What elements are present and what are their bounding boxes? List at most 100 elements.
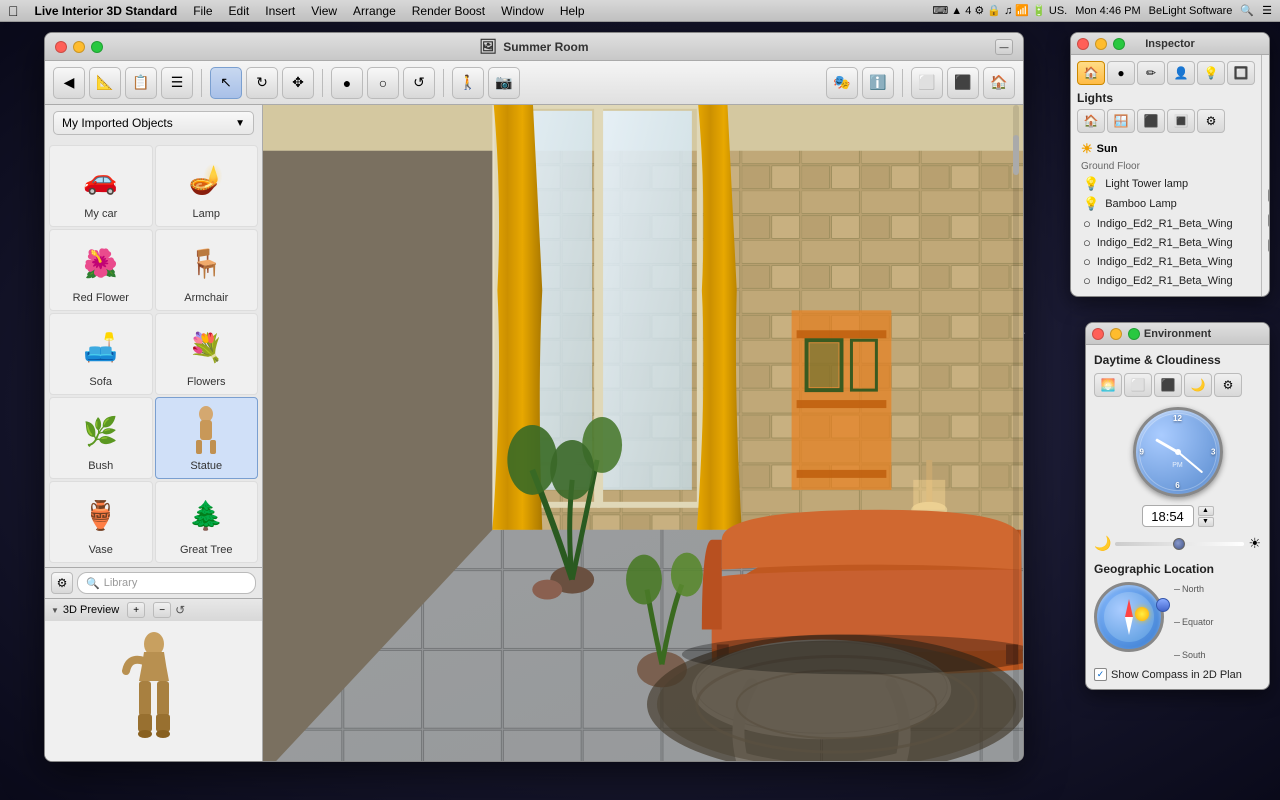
light-item-5[interactable]: ○ Indigo_Ed2_R1_Beta_Wing (1077, 252, 1255, 271)
floor-plan-button[interactable]: 📐 (89, 67, 121, 99)
onoff-column: On|Off Color (1261, 55, 1270, 296)
slider-thumb[interactable] (1173, 538, 1185, 550)
inspector-more-tab[interactable]: 🔲 (1227, 61, 1255, 85)
object-item-great-tree[interactable]: 🌲 Great Tree (155, 481, 259, 563)
inspector-lights-tab[interactable]: 🏠 (1077, 61, 1105, 85)
object-item-red-flower[interactable]: 🌺 Red Flower (49, 229, 153, 311)
light-item-4[interactable]: ○ Indigo_Ed2_R1_Beta_Wing (1077, 233, 1255, 252)
menu-arrange[interactable]: Arrange (353, 4, 396, 18)
light-item-1[interactable]: 💡 Light Tower lamp (1077, 174, 1255, 194)
menu-list-icon[interactable]: ☰ (1262, 4, 1272, 17)
light-btn-5[interactable]: ⚙ (1197, 109, 1225, 133)
light-item-2[interactable]: 💡 Bamboo Lamp (1077, 194, 1255, 214)
light-item-3[interactable]: ○ Indigo_Ed2_R1_Beta_Wing (1077, 214, 1255, 233)
app-name-menu[interactable]: Live Interior 3D Standard (35, 4, 178, 18)
maximize-button[interactable] (91, 41, 103, 53)
env-maximize-button[interactable] (1128, 328, 1140, 340)
view-3d-button[interactable]: ⬛ (947, 67, 979, 99)
light-btn-3[interactable]: ⬛ (1137, 109, 1165, 133)
object-item-vase[interactable]: 🏺 Vase (49, 481, 153, 563)
light-name-4: Indigo_Ed2_R1_Beta_Wing (1097, 237, 1233, 249)
object-item-lamp[interactable]: 🪔 Lamp (155, 145, 259, 227)
inspector-close-button[interactable] (1077, 38, 1089, 50)
lat-north-label: North (1182, 584, 1204, 594)
home-button[interactable]: 🏠 (983, 67, 1015, 99)
object-label-flowers: Flowers (187, 376, 226, 388)
env-settings-btn[interactable]: ⚙ (1214, 373, 1242, 397)
onoff-check-1[interactable] (1268, 189, 1270, 202)
menu-edit[interactable]: Edit (229, 4, 250, 18)
back-button[interactable]: ◀ (53, 67, 85, 99)
time-increment-button[interactable]: ▲ (1198, 506, 1214, 516)
object-item-flowers[interactable]: 💐 Flowers (155, 313, 259, 395)
env-cloudy-btn[interactable]: ⬛ (1154, 373, 1182, 397)
apple-menu[interactable]:  (8, 3, 19, 19)
menubar:  Live Interior 3D Standard File Edit In… (0, 0, 1280, 22)
onoff-check-3[interactable] (1268, 239, 1270, 252)
menu-window[interactable]: Window (501, 4, 544, 18)
env-day-btn[interactable]: ⬜ (1124, 373, 1152, 397)
window-zoom-button[interactable]: — (995, 39, 1013, 55)
zoom-out-button[interactable]: − (153, 602, 171, 618)
light-btn-1[interactable]: 🏠 (1077, 109, 1105, 133)
bulb-icon-1: 💡 (1083, 176, 1099, 192)
search-input[interactable]: 🔍 Library (77, 572, 256, 594)
menu-help[interactable]: Help (560, 4, 585, 18)
inspector-pencil-tab[interactable]: ✏ (1137, 61, 1165, 85)
compass[interactable] (1094, 582, 1164, 652)
menu-render[interactable]: Render Boost (412, 4, 485, 18)
time-decrement-button[interactable]: ▼ (1198, 517, 1214, 527)
object-item-sofa[interactable]: 🛋️ Sofa (49, 313, 153, 395)
brightness-slider[interactable] (1115, 542, 1244, 546)
main-toolbar: ◀ 📐 📋 ☰ ↖ ↻ ✥ ● ○ ↺ 🚶 📷 🎭 ℹ️ ⬜ ⬛ 🏠 (45, 61, 1023, 105)
move-tool[interactable]: ✥ (282, 67, 314, 99)
object-item-my-car[interactable]: 🚗 My car (49, 145, 153, 227)
select-tool[interactable]: ↖ (210, 67, 242, 99)
env-night-btn[interactable]: 🌙 (1184, 373, 1212, 397)
traffic-lights (55, 41, 103, 53)
inspector-maximize-button[interactable] (1113, 38, 1125, 50)
minimize-button[interactable] (73, 41, 85, 53)
light-item-6[interactable]: ○ Indigo_Ed2_R1_Beta_Wing (1077, 271, 1255, 290)
refresh-icon[interactable]: ↺ (175, 603, 185, 617)
inspector-person-tab[interactable]: 👤 (1167, 61, 1195, 85)
rotate-tool[interactable]: ↻ (246, 67, 278, 99)
shape-circle-btn[interactable]: ● (331, 67, 363, 99)
floor-list-button[interactable]: 📋 (125, 67, 157, 99)
view-2d-button[interactable]: ⬜ (911, 67, 943, 99)
gear-button[interactable]: ⚙ (51, 572, 73, 594)
object-label-bush: Bush (88, 460, 113, 472)
env-close-button[interactable] (1092, 328, 1104, 340)
menu-search-icon[interactable]: 🔍 (1240, 4, 1254, 17)
time-hours-field[interactable]: 18 : 54 (1142, 505, 1194, 527)
preview-header[interactable]: ▼ 3D Preview + − ↺ (45, 599, 262, 621)
scrollbar[interactable] (1013, 105, 1019, 761)
object-item-armchair[interactable]: 🪑 Armchair (155, 229, 259, 311)
close-button[interactable] (55, 41, 67, 53)
walk-tool[interactable]: 🚶 (452, 67, 484, 99)
camera-tool[interactable]: 📷 (488, 67, 520, 99)
inspector-bulb-tab[interactable]: 💡 (1197, 61, 1225, 85)
inspector-sun-tab[interactable]: ● (1107, 61, 1135, 85)
shape-oval-btn[interactable]: ○ (367, 67, 399, 99)
menu-file[interactable]: File (193, 4, 212, 18)
render-button[interactable]: 🎭 (826, 67, 858, 99)
inspector-minimize-button[interactable] (1095, 38, 1107, 50)
lat-tick-equator (1174, 622, 1180, 623)
env-minimize-button[interactable] (1110, 328, 1122, 340)
info-button[interactable]: ℹ️ (862, 67, 894, 99)
menu-insert[interactable]: Insert (265, 4, 295, 18)
env-sunrise-btn[interactable]: 🌅 (1094, 373, 1122, 397)
zoom-in-button[interactable]: + (127, 602, 145, 618)
object-item-bush[interactable]: 🌿 Bush (49, 397, 153, 479)
scrollbar-thumb[interactable] (1013, 135, 1019, 175)
light-btn-2[interactable]: 🪟 (1107, 109, 1135, 133)
show-compass-checkbox[interactable]: ✓ (1094, 668, 1107, 681)
light-btn-4[interactable]: 🔳 (1167, 109, 1195, 133)
menu-view[interactable]: View (311, 4, 337, 18)
shape-rect-btn[interactable]: ↺ (403, 67, 435, 99)
view-mode-button[interactable]: ☰ (161, 67, 193, 99)
objects-dropdown[interactable]: My Imported Objects ▼ (53, 111, 254, 135)
object-item-statue[interactable]: Statue (155, 397, 259, 479)
onoff-check-2[interactable] (1268, 214, 1270, 227)
